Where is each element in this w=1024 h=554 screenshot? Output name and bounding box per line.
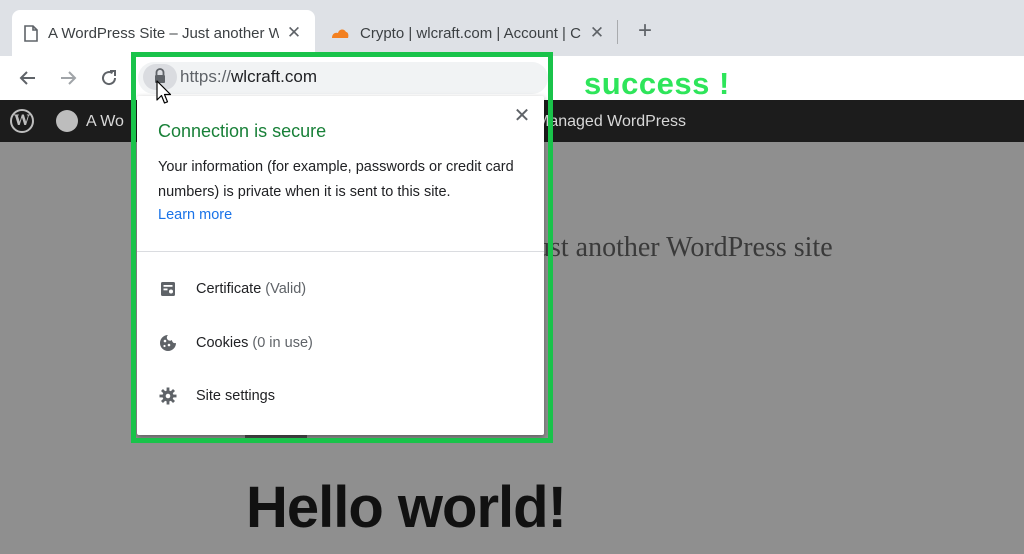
- wordpress-logo-icon[interactable]: W: [10, 109, 34, 133]
- reload-icon: [102, 70, 117, 86]
- page-icon: [24, 24, 38, 42]
- dashboard-icon[interactable]: [56, 110, 78, 132]
- site-tagline: ust another WordPress site: [536, 232, 833, 263]
- forward-button[interactable]: [54, 64, 82, 92]
- admin-bar-managed-wordpress[interactable]: Managed WordPress: [536, 113, 686, 131]
- mouse-cursor-icon: [156, 80, 172, 104]
- cloudflare-icon: [332, 29, 349, 38]
- arrow-right-icon: [61, 71, 77, 85]
- tab-crypto-account[interactable]: Crypto | wlcraft.com | Account | C ✕: [318, 10, 618, 56]
- admin-bar-site-name[interactable]: A Wo: [86, 113, 124, 131]
- tab-wordpress-site[interactable]: A WordPress Site – Just another W ✕: [12, 10, 315, 56]
- tab-close-icon[interactable]: ✕: [588, 23, 606, 43]
- success-annotation: success !: [584, 66, 730, 101]
- new-tab-button[interactable]: +: [632, 18, 658, 44]
- tab-title: Crypto | wlcraft.com | Account | C: [360, 24, 581, 42]
- back-button[interactable]: [14, 64, 42, 92]
- reload-button[interactable]: [95, 64, 123, 92]
- highlight-frame: [131, 52, 553, 443]
- post-title[interactable]: Hello world!: [246, 474, 567, 541]
- tab-title: A WordPress Site – Just another W: [48, 24, 279, 42]
- tab-separator: [617, 20, 618, 44]
- tab-strip: A WordPress Site – Just another W ✕ Cryp…: [0, 0, 1024, 56]
- tab-close-icon[interactable]: ✕: [285, 23, 303, 43]
- arrow-left-icon: [19, 71, 35, 85]
